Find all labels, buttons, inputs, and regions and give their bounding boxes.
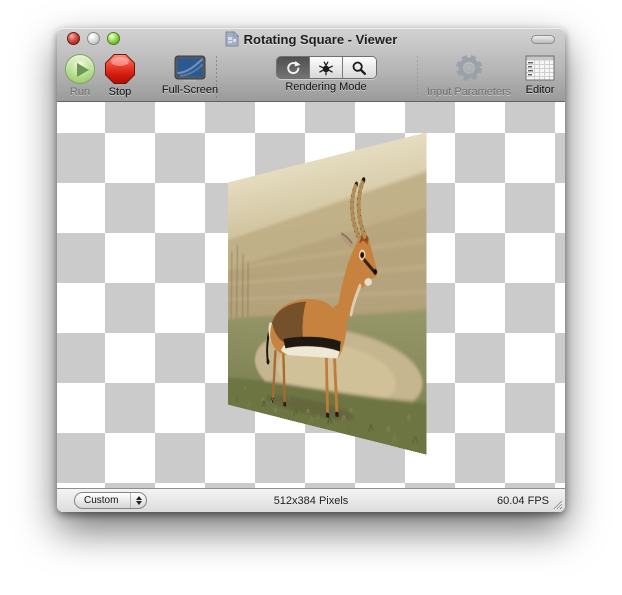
run-label: Run [70, 86, 90, 98]
segment-debug[interactable] [310, 57, 343, 78]
run-button[interactable]: Run [65, 54, 95, 98]
window-header: Rotating Square - Viewer Run Stop [57, 28, 565, 102]
stop-icon [105, 54, 135, 84]
editor-table-icon [525, 55, 555, 82]
fullscreen-display-icon [174, 55, 206, 82]
rotate-clockwise-icon [284, 59, 302, 77]
stop-label: Stop [109, 86, 132, 98]
segment-inspect[interactable] [343, 57, 376, 78]
editor-label: Editor [526, 84, 555, 96]
stop-button[interactable]: Stop [105, 54, 135, 98]
rendering-mode-segmented-control [276, 56, 377, 79]
dimensions-label: 512x384 Pixels [57, 495, 565, 507]
viewer-window: Rotating Square - Viewer Run Stop [57, 28, 565, 512]
input-parameters-button[interactable]: Input Parameters [423, 52, 515, 98]
render-viewport [57, 102, 565, 488]
fullscreen-button[interactable]: Full-Screen [158, 55, 222, 96]
magnifier-icon [350, 59, 368, 77]
window-title: Rotating Square - Viewer [244, 32, 398, 47]
gear-icon [453, 52, 485, 84]
rendering-mode-group: Rendering Mode [276, 56, 376, 93]
segment-rotate[interactable] [277, 57, 310, 78]
document-proxy-icon [225, 31, 239, 47]
gazelle-photo-illustration [228, 132, 426, 454]
resize-grip[interactable] [551, 498, 563, 510]
titlebar[interactable]: Rotating Square - Viewer [57, 28, 565, 50]
editor-button[interactable]: Editor [520, 55, 560, 96]
run-icon [65, 54, 95, 84]
toolbar: Run Stop Full-Screen [57, 50, 565, 102]
fullscreen-label: Full-Screen [162, 84, 218, 96]
input-parameters-label: Input Parameters [427, 86, 511, 98]
rotated-square-render [228, 132, 426, 454]
rendering-mode-label: Rendering Mode [285, 81, 366, 93]
status-bar: Custom 512x384 Pixels 60.04 FPS [57, 488, 565, 512]
toolbar-separator [417, 56, 418, 98]
debug-bug-icon [317, 59, 335, 77]
fps-label: 60.04 FPS [497, 495, 549, 507]
toolbar-toggle-button[interactable] [531, 35, 555, 44]
